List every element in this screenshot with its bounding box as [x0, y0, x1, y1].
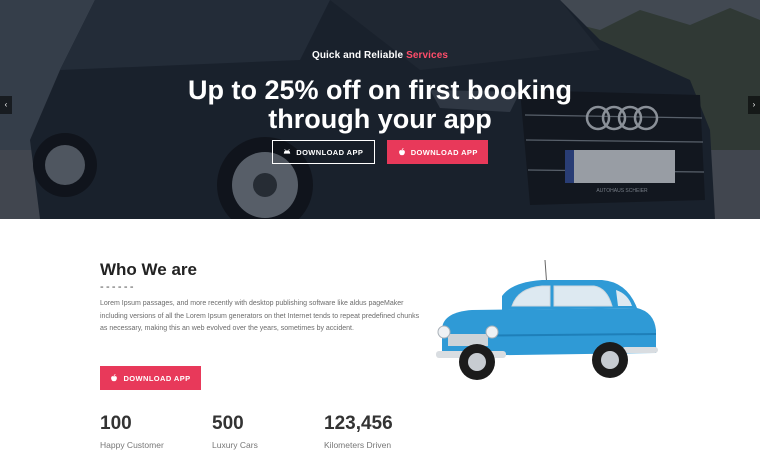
- about-download-app-button[interactable]: DOWNLOAD APP: [100, 366, 201, 390]
- classic-car-image: [436, 259, 658, 380]
- apple-icon: [398, 148, 405, 156]
- stat-value: 123,456: [324, 413, 393, 434]
- hero-title: Up to 25% off on first booking through y…: [0, 76, 760, 134]
- stat-happy-customer: 100 Happy Customer: [100, 413, 164, 450]
- slider-prev-arrow-icon[interactable]: ‹: [0, 96, 12, 114]
- stat-value: 100: [100, 413, 132, 434]
- about-title: Who We are: [100, 260, 197, 279]
- stats-row: 100 Happy Customer 500 Luxury Cars 123,4…: [100, 413, 440, 453]
- stat-label: Kilometers Driven: [324, 440, 392, 450]
- apple-icon: [111, 374, 118, 382]
- about-download-app-label: DOWNLOAD APP: [123, 373, 191, 383]
- stat-label: Happy Customer: [100, 440, 164, 450]
- about-text: Lorem Ipsum passages, and more recently …: [100, 300, 420, 332]
- download-app-android-label: DOWNLOAD APP: [296, 147, 364, 157]
- download-app-apple-label: DOWNLOAD APP: [410, 147, 478, 157]
- download-app-android-button[interactable]: DOWNLOAD APP: [271, 140, 375, 164]
- hero-kicker-main: Quick and Reliable: [311, 50, 407, 61]
- about-divider: ------: [100, 281, 136, 293]
- hero-kicker-accent: Services: [406, 50, 449, 61]
- stat-luxury-cars: 500 Luxury Cars: [212, 413, 258, 450]
- slider-next-arrow-icon[interactable]: ›: [748, 96, 760, 114]
- hero-kicker: Quick and Reliable Services: [0, 50, 760, 61]
- android-icon: [284, 149, 291, 154]
- stat-label: Luxury Cars: [212, 440, 258, 450]
- stat-value: 500: [212, 413, 244, 434]
- hero-title-line-1: Up to 25% off on first booking: [188, 75, 572, 105]
- hero-buttons: DOWNLOAD APP DOWNLOAD APP: [0, 140, 760, 164]
- stat-kilometers-driven: 123,456 Kilometers Driven: [324, 413, 393, 450]
- download-app-apple-button[interactable]: DOWNLOAD APP: [387, 140, 489, 164]
- hero-title-line-2: through your app: [268, 104, 492, 134]
- hero-banner: AUTOHAUS SCHEIER Quick and Reliable Serv…: [0, 0, 760, 219]
